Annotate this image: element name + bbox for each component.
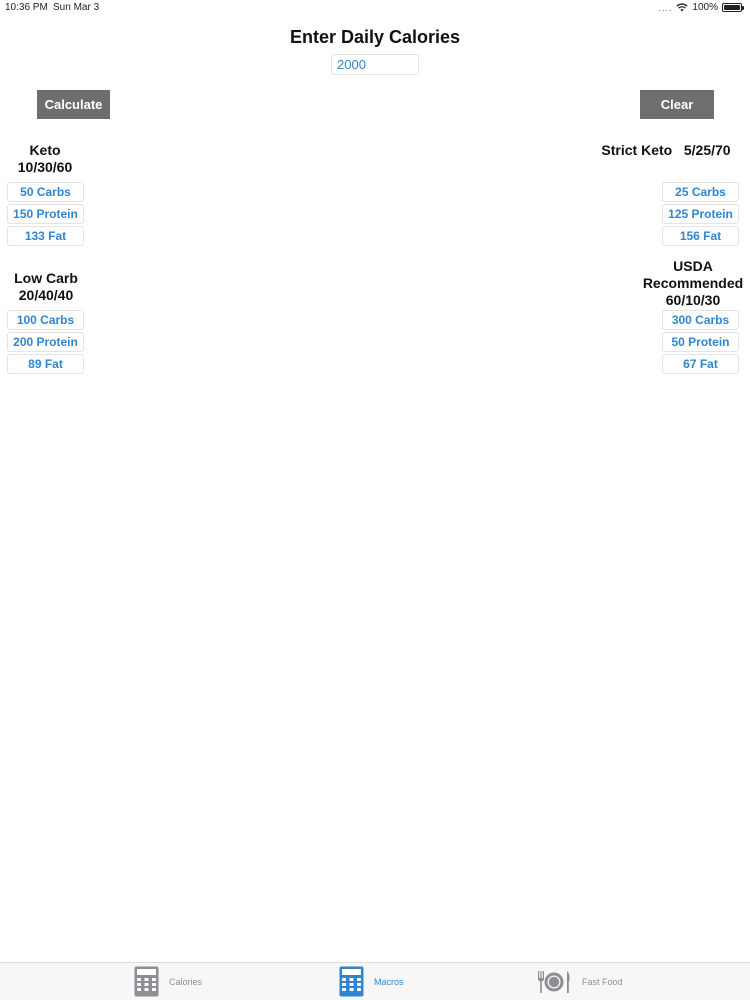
strict-keto-heading: Strict Keto 5/25/70 bbox=[601, 142, 731, 158]
clear-button[interactable]: Clear bbox=[640, 90, 714, 119]
calculator-icon bbox=[134, 966, 159, 997]
keto-protein: 150 Protein bbox=[7, 204, 84, 224]
page-title: Enter Daily Calories bbox=[289, 27, 461, 47]
wifi-icon bbox=[676, 3, 688, 12]
keto-heading: Keto 10/30/60 bbox=[6, 142, 84, 176]
usda-name-line2: Recommended bbox=[642, 275, 744, 291]
keto-fat: 133 Fat bbox=[7, 226, 84, 246]
low-carb-fat: 89 Fat bbox=[7, 354, 84, 374]
tab-bar: Calories Macros Fast Food bbox=[0, 962, 750, 1000]
tab-calories-label: Calories bbox=[169, 976, 203, 987]
low-carb-protein: 200 Protein bbox=[7, 332, 84, 352]
usda-fat: 67 Fat bbox=[662, 354, 739, 374]
calculator-icon bbox=[339, 966, 364, 997]
battery-icon bbox=[722, 3, 744, 12]
low-carb-carbs: 100 Carbs bbox=[7, 310, 84, 330]
tab-calories[interactable]: Calories bbox=[134, 965, 202, 998]
fork-plate-knife-icon bbox=[538, 970, 570, 993]
strict-keto-carbs: 25 Carbs bbox=[662, 182, 739, 202]
calories-input[interactable] bbox=[331, 54, 419, 75]
low-carb-heading: Low Carb 20/40/40 bbox=[6, 270, 86, 304]
keto-carbs: 50 Carbs bbox=[7, 182, 84, 202]
strict-keto-fat: 156 Fat bbox=[662, 226, 739, 246]
tab-macros-label: Macros bbox=[374, 976, 404, 987]
usda-name: USDA bbox=[673, 258, 713, 274]
keto-name: Keto bbox=[29, 142, 61, 158]
usda-heading: USDA Recommended 60/10/30 bbox=[638, 258, 748, 309]
usda-protein: 50 Protein bbox=[662, 332, 739, 352]
cellular-signal-icon: .... bbox=[658, 2, 673, 13]
tab-fast-food[interactable]: Fast Food bbox=[536, 965, 623, 998]
usda-ratio: 60/10/30 bbox=[665, 292, 721, 308]
low-carb-name: Low Carb bbox=[14, 270, 78, 286]
tab-macros[interactable]: Macros bbox=[339, 965, 404, 998]
status-indicators: .... 100% bbox=[658, 2, 744, 13]
low-carb-ratio: 20/40/40 bbox=[18, 287, 74, 303]
status-date: Sun Mar 3 bbox=[53, 2, 100, 13]
calculate-button[interactable]: Calculate bbox=[37, 90, 110, 119]
status-time: 10:36 PM bbox=[5, 2, 48, 13]
strict-keto-protein: 125 Protein bbox=[662, 204, 739, 224]
battery-percent: 100% bbox=[692, 2, 718, 13]
usda-carbs: 300 Carbs bbox=[662, 310, 739, 330]
status-bar: 10:36 PM Sun Mar 3 .... 100% bbox=[0, 0, 750, 16]
keto-ratio: 10/30/60 bbox=[17, 159, 73, 175]
tab-fast-food-label: Fast Food bbox=[582, 976, 623, 987]
